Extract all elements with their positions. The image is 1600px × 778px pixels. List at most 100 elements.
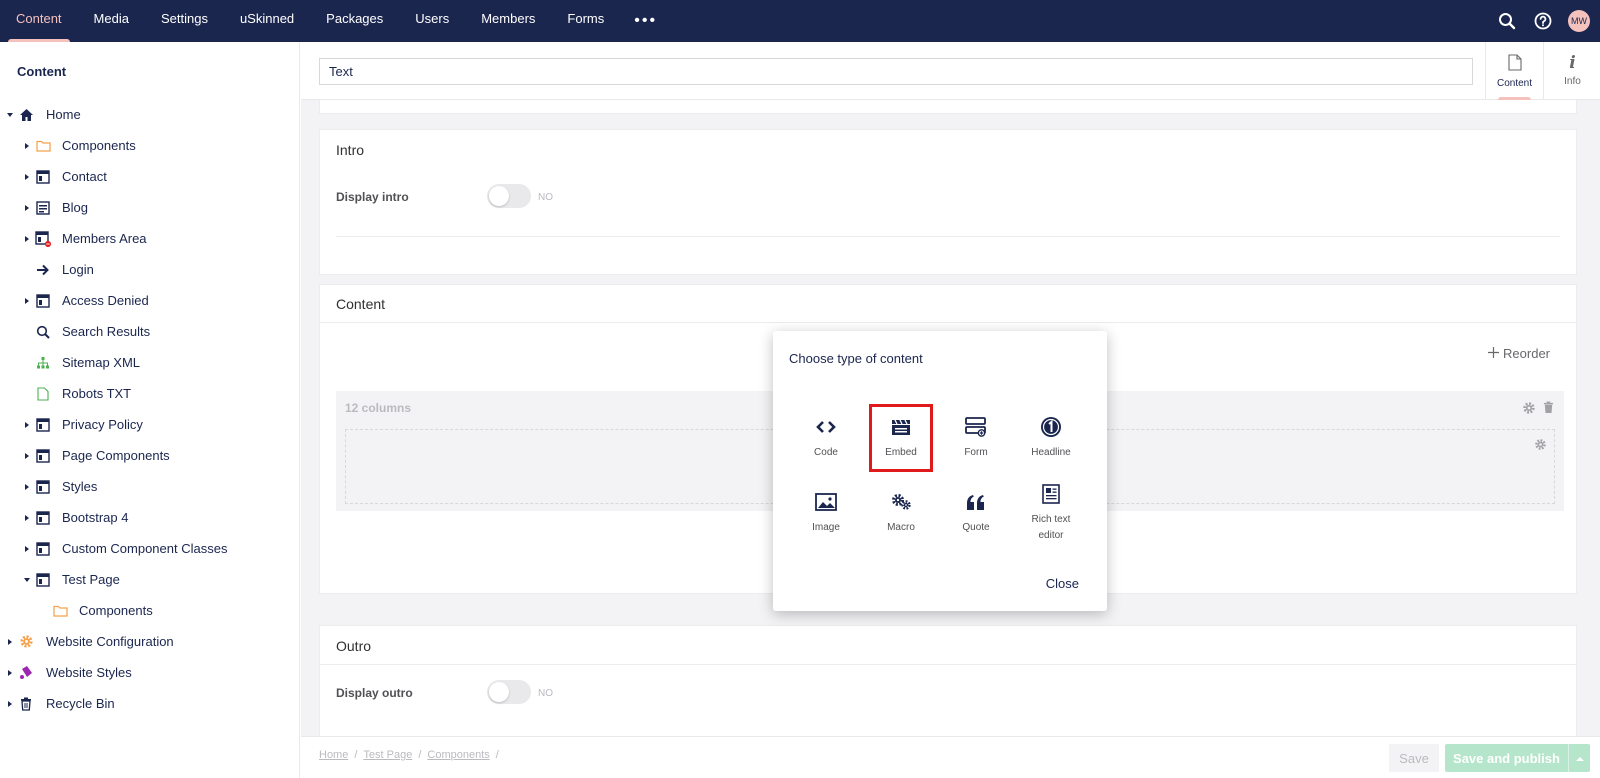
close-button[interactable]: Close <box>1046 576 1079 591</box>
nav-uskinned[interactable]: uSkinned <box>224 0 310 42</box>
caret-down-icon[interactable] <box>24 577 30 582</box>
content-type-label: Rich text editor <box>1031 514 1071 541</box>
caret-right-icon[interactable] <box>25 514 29 521</box>
breadcrumb-home[interactable]: Home <box>319 749 348 761</box>
tree-item-label: Login <box>62 262 94 277</box>
search-icon[interactable] <box>1496 10 1518 32</box>
caret-right-icon[interactable] <box>25 483 29 490</box>
caret-right-icon[interactable] <box>25 142 29 149</box>
tab-info[interactable]: i Info <box>1543 42 1600 100</box>
caret-right-icon[interactable] <box>25 173 29 180</box>
tree-item-blog[interactable]: Blog <box>0 192 300 223</box>
content-type-rich-text-editor[interactable]: Rich text editor <box>1022 474 1080 554</box>
content-type-embed[interactable]: Embed <box>869 404 933 472</box>
tree-item-test-page[interactable]: Test Page <box>0 564 300 595</box>
page-icon <box>35 510 51 526</box>
content-type-quote[interactable]: Quote <box>947 482 1005 544</box>
page-icon <box>35 572 51 588</box>
tree-item-bootstrap-4[interactable]: Bootstrap 4 <box>0 502 300 533</box>
reorder-button[interactable]: Reorder <box>1488 346 1550 361</box>
nav-content[interactable]: Content <box>0 0 78 42</box>
tree-item-website-styles[interactable]: Website Styles <box>0 657 300 688</box>
tree-item-website-configuration[interactable]: Website Configuration <box>0 626 300 657</box>
panel-header-divider <box>320 322 1576 323</box>
document-icon <box>35 386 51 402</box>
tree-item-members-area[interactable]: Members Area <box>0 223 300 254</box>
tree-item-components[interactable]: Components <box>0 130 300 161</box>
tree-item-page-components[interactable]: Page Components <box>0 440 300 471</box>
caret-right-icon[interactable] <box>8 700 12 707</box>
tree-item-label: Page Components <box>62 448 170 463</box>
content-tree-sidebar: Content Home Components Contact Blog Mem… <box>0 42 300 778</box>
tree-item-test-page-components[interactable]: Components <box>0 595 300 626</box>
embed-icon <box>891 415 911 439</box>
tree-item-label: Custom Component Classes <box>62 541 228 556</box>
breadcrumb: Home / Test Page / Components / <box>319 749 499 761</box>
save-and-publish-button[interactable]: Save and publish <box>1445 744 1590 772</box>
caret-right-icon[interactable] <box>25 421 29 428</box>
content-type-macro[interactable]: Macro <box>872 482 930 544</box>
tree-item-label: Components <box>79 603 153 618</box>
tree-item-login[interactable]: Login <box>0 254 300 285</box>
publish-options-caret-icon[interactable] <box>1568 744 1590 772</box>
breadcrumb-components[interactable]: Components <box>427 749 489 761</box>
avatar[interactable]: MW <box>1568 10 1590 32</box>
tree-item-label: Privacy Policy <box>62 417 143 432</box>
page-icon <box>35 169 51 185</box>
content-type-image[interactable]: Image <box>797 482 855 544</box>
nav-media[interactable]: Media <box>78 0 145 42</box>
tree-item-contact[interactable]: Contact <box>0 161 300 192</box>
tree-item-styles[interactable]: Styles <box>0 471 300 502</box>
content-type-form[interactable]: Form <box>947 407 1005 469</box>
tree-item-search-results[interactable]: Search Results <box>0 316 300 347</box>
nav-users[interactable]: Users <box>399 0 465 42</box>
tree-item-recycle-bin[interactable]: Recycle Bin <box>0 688 300 719</box>
caret-right-icon[interactable] <box>25 545 29 552</box>
folder-icon <box>35 138 51 154</box>
caret-right-icon[interactable] <box>25 204 29 211</box>
cell-settings-gear-icon[interactable] <box>1534 438 1547 454</box>
content-type-headline[interactable]: Headline <box>1022 407 1080 469</box>
display-intro-toggle[interactable] <box>487 184 531 208</box>
nav-forms[interactable]: Forms <box>551 0 620 42</box>
tree-item-label: Website Configuration <box>46 634 174 649</box>
caret-right-icon[interactable] <box>25 235 29 242</box>
breadcrumb-test-page[interactable]: Test Page <box>363 749 412 761</box>
tree-item-label: Robots TXT <box>62 386 132 401</box>
property-label: Display intro <box>336 190 409 204</box>
trash-icon <box>18 696 34 712</box>
tree-item-label: Home <box>46 107 81 122</box>
display-outro-toggle[interactable] <box>487 680 531 704</box>
nav-settings[interactable]: Settings <box>145 0 224 42</box>
tab-label: Info <box>1564 76 1581 87</box>
nav-members[interactable]: Members <box>465 0 551 42</box>
content-type-label: Code <box>814 447 838 458</box>
tree-item-robots-txt[interactable]: Robots TXT <box>0 378 300 409</box>
tree-item-home[interactable]: Home <box>0 99 300 130</box>
toggle-state-text: NO <box>538 192 553 203</box>
tree-item-sitemap-xml[interactable]: Sitemap XML <box>0 347 300 378</box>
panel-title: Content <box>336 296 386 312</box>
editor-footer: Home / Test Page / Components / Save Sav… <box>301 736 1600 778</box>
caret-right-icon[interactable] <box>8 638 12 645</box>
caret-right-icon[interactable] <box>8 669 12 676</box>
tree-item-privacy-policy[interactable]: Privacy Policy <box>0 409 300 440</box>
caret-right-icon[interactable] <box>25 297 29 304</box>
tree-item-label: Bootstrap 4 <box>62 510 129 525</box>
nav-packages[interactable]: Packages <box>310 0 399 42</box>
tab-content[interactable]: Content <box>1485 42 1543 100</box>
caret-down-icon[interactable] <box>7 112 13 117</box>
tree-item-access-denied[interactable]: Access Denied <box>0 285 300 316</box>
help-icon[interactable] <box>1532 10 1554 32</box>
content-type-label: Form <box>964 447 988 458</box>
row-settings-gear-icon[interactable] <box>1522 401 1536 418</box>
content-type-code[interactable]: Code <box>797 407 855 469</box>
nav-more-button[interactable]: ••• <box>620 2 671 40</box>
tree-item-label: Members Area <box>62 231 147 246</box>
caret-right-icon[interactable] <box>25 452 29 459</box>
tree-item-custom-component-classes[interactable]: Custom Component Classes <box>0 533 300 564</box>
node-name-input[interactable] <box>319 58 1473 85</box>
row-delete-trash-icon[interactable] <box>1543 401 1554 417</box>
save-button[interactable]: Save <box>1389 744 1439 772</box>
gear-icon <box>18 634 34 650</box>
